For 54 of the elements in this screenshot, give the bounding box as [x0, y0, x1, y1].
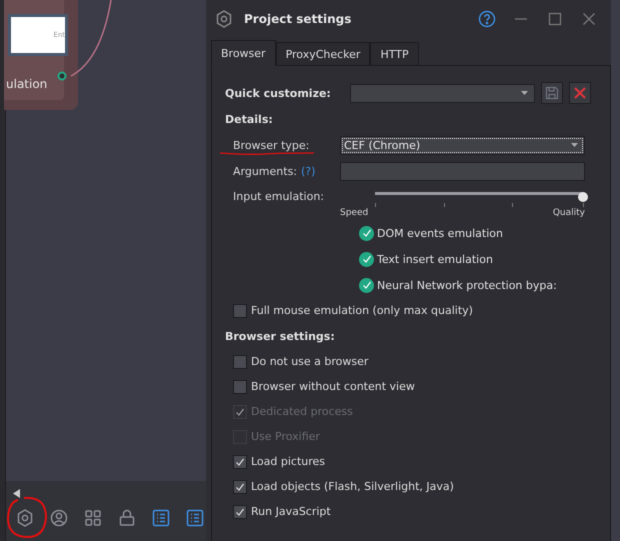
maximize-icon: [548, 12, 562, 26]
save-button[interactable]: [541, 82, 563, 104]
checkbox[interactable]: [233, 354, 247, 368]
checkbox-label: Dedicated process: [251, 405, 353, 418]
checkbox[interactable]: [233, 480, 247, 494]
connection-port[interactable]: [57, 71, 67, 81]
tab[interactable]: ProxyChecker: [276, 42, 370, 66]
checkbox-label: Use Proxifier: [251, 430, 320, 443]
section-heading: Details:: [225, 112, 273, 126]
settings-icon: [214, 9, 234, 29]
section-heading: Browser settings:: [225, 330, 335, 342]
delete-button[interactable]: [569, 82, 591, 104]
checkbox[interactable]: [233, 454, 247, 468]
field-label: Quick customize:: [225, 86, 332, 100]
help-icon: [478, 10, 496, 28]
help-link[interactable]: (?): [301, 164, 316, 178]
checkbox-label: Do not use a browser: [251, 355, 368, 368]
checkbox-label: Load objects (Flash, Silverlight, Java): [251, 480, 454, 493]
list-icon: [150, 508, 171, 528]
arguments-field[interactable]: [340, 162, 585, 180]
slider-thumb[interactable]: [578, 192, 588, 202]
check-icon: [235, 506, 245, 516]
collapse-arrow-icon[interactable]: [13, 489, 20, 498]
checkbox-label: Browser without content view: [251, 380, 415, 393]
feature-label: Neural Network protection bypa:: [377, 278, 557, 292]
user-circle-icon: [49, 508, 70, 528]
tab[interactable]: HTTP: [370, 42, 419, 66]
browser-type-dropdown[interactable]: CEF (Chrome): [340, 136, 585, 154]
list-icon: [184, 508, 205, 528]
grid-icon: [83, 508, 104, 528]
checkbox-label: Run JavaScript: [251, 505, 331, 518]
check-icon: [235, 482, 245, 492]
checkbox[interactable]: [233, 304, 247, 318]
field-label: Input emulation:: [233, 190, 326, 202]
checkbox[interactable]: [233, 380, 247, 394]
check-icon: [235, 406, 245, 416]
caret-icon: [521, 91, 528, 95]
scale-label: Quality: [552, 208, 585, 218]
checkbox-label: Full mouse emulation (only max quality): [251, 304, 473, 317]
check-icon: [235, 456, 245, 466]
field-label: Browser type:: [233, 138, 310, 152]
feature-label: DOM events emulation: [377, 226, 503, 240]
checkbox-label: Load pictures: [251, 455, 326, 468]
close-icon: [582, 12, 596, 26]
scale-label: Speed: [340, 208, 368, 218]
field-label: Arguments:: [233, 164, 298, 178]
tab[interactable]: Browser: [211, 40, 276, 66]
close-icon: [573, 86, 587, 100]
caret-icon: [571, 143, 578, 147]
feature-label: Text insert emulation: [377, 252, 493, 266]
node-label: ulation: [6, 77, 48, 91]
window-title: Project settings: [244, 12, 352, 26]
checkbox[interactable]: [233, 504, 247, 518]
settings-icon: [15, 508, 36, 528]
